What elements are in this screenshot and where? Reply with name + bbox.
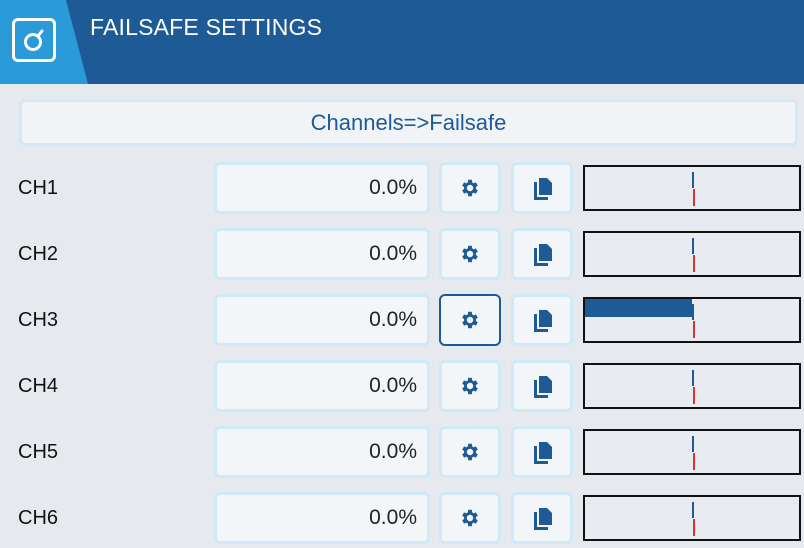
- failsafe-value: 0.0%: [369, 308, 417, 331]
- failsafe-value-field[interactable]: 0.0%: [214, 360, 430, 412]
- center-marker-top: [692, 502, 694, 518]
- channel-row: CH3 0.0%: [0, 294, 804, 350]
- failsafe-value: 0.0%: [369, 176, 417, 199]
- copy-channel-button[interactable]: [511, 426, 573, 478]
- channel-settings-button[interactable]: [439, 228, 501, 280]
- copy-channel-button[interactable]: [511, 228, 573, 280]
- gear-icon: [459, 177, 481, 199]
- channel-output-bar: [583, 429, 801, 475]
- copy-channel-button[interactable]: [511, 162, 573, 214]
- center-marker-top: [692, 238, 694, 254]
- channel-settings-button[interactable]: [439, 426, 501, 478]
- channel-output-bar: [583, 297, 801, 343]
- channel-row: CH5 0.0%: [0, 426, 804, 482]
- channel-output-bar: [583, 363, 801, 409]
- center-marker-top: [692, 436, 694, 452]
- channel-label: CH6: [18, 507, 59, 529]
- failsafe-value: 0.0%: [369, 506, 417, 529]
- gear-icon: [459, 441, 481, 463]
- copy-icon: [531, 506, 553, 530]
- center-marker-top: [692, 304, 694, 320]
- channels-to-failsafe-button[interactable]: Channels=>Failsafe: [19, 99, 798, 146]
- failsafe-value: 0.0%: [369, 440, 417, 463]
- failsafe-marker: [693, 387, 695, 404]
- channel-settings-button[interactable]: [439, 162, 501, 214]
- gear-icon: [459, 375, 481, 397]
- gear-icon: [459, 243, 481, 265]
- channel-label: CH3: [18, 309, 59, 331]
- copy-icon: [531, 242, 553, 266]
- copy-icon: [531, 176, 553, 200]
- channel-row: CH1 0.0%: [0, 162, 804, 218]
- gear-icon: [459, 309, 481, 331]
- channel-row: CH2 0.0%: [0, 228, 804, 284]
- copy-channel-button[interactable]: [511, 360, 573, 412]
- copy-icon: [531, 308, 553, 332]
- copy-icon: [531, 374, 553, 398]
- failsafe-marker: [693, 321, 695, 338]
- failsafe-marker: [693, 189, 695, 206]
- failsafe-value-field[interactable]: 0.0%: [214, 426, 430, 478]
- failsafe-value-field[interactable]: 0.0%: [214, 492, 430, 544]
- copy-channel-button[interactable]: [511, 492, 573, 544]
- failsafe-marker: [693, 453, 695, 470]
- channel-output-bar: [583, 495, 801, 541]
- channel-settings-button[interactable]: [439, 360, 501, 412]
- failsafe-icon: [21, 27, 47, 53]
- channel-settings-button[interactable]: [439, 294, 501, 346]
- failsafe-value: 0.0%: [369, 242, 417, 265]
- failsafe-value-field[interactable]: 0.0%: [214, 294, 430, 346]
- channel-output-bar: [583, 231, 801, 277]
- copy-icon: [531, 440, 553, 464]
- failsafe-marker: [693, 255, 695, 272]
- output-bar-fill: [585, 299, 692, 317]
- failsafe-marker: [693, 519, 695, 536]
- failsafe-value: 0.0%: [369, 374, 417, 397]
- center-marker-top: [692, 172, 694, 188]
- failsafe-menu-button[interactable]: [12, 18, 56, 62]
- gear-icon: [459, 507, 481, 529]
- channel-label: CH5: [18, 441, 59, 463]
- failsafe-value-field[interactable]: 0.0%: [214, 228, 430, 280]
- channel-row: CH4 0.0%: [0, 360, 804, 416]
- center-marker-top: [692, 370, 694, 386]
- channel-settings-button[interactable]: [439, 492, 501, 544]
- copy-channel-button[interactable]: [511, 294, 573, 346]
- channel-output-bar: [583, 165, 801, 211]
- channel-label: CH1: [18, 177, 59, 199]
- page-title: FAILSAFE SETTINGS: [90, 14, 323, 40]
- channel-label: CH4: [18, 375, 59, 397]
- channel-label: CH2: [18, 243, 59, 265]
- title-bar: FAILSAFE SETTINGS: [0, 0, 804, 84]
- failsafe-value-field[interactable]: 0.0%: [214, 162, 430, 214]
